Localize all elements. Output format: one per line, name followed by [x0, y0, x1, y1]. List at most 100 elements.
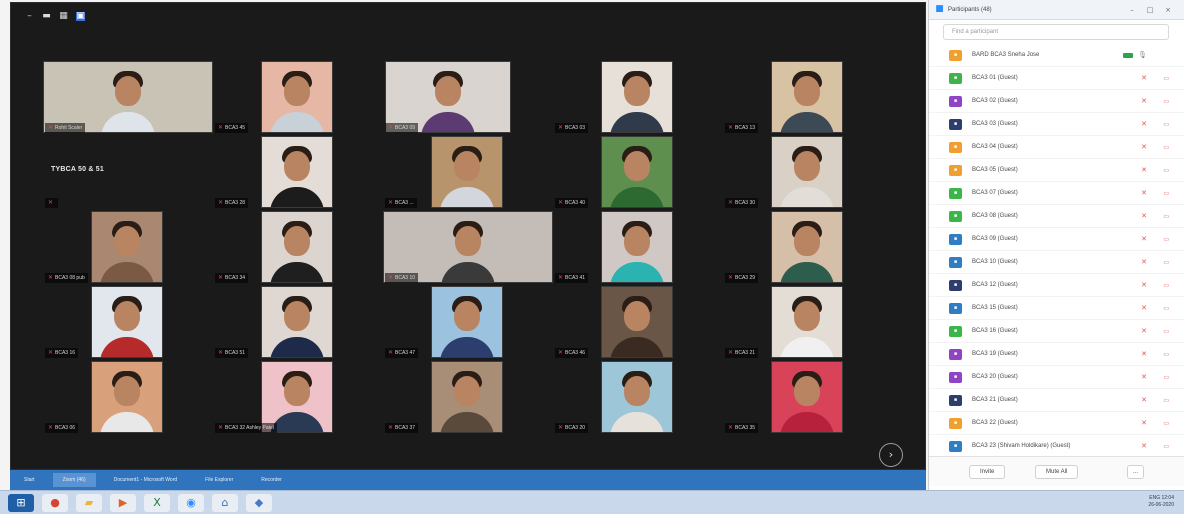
- video-off-icon[interactable]: ▭: [1163, 305, 1169, 312]
- window-strip-item[interactable]: Document1 - Microsoft Word: [104, 473, 188, 487]
- participant-row[interactable]: ■ BARD BCA3 Sneha Jose 🎙︎: [929, 44, 1184, 67]
- more-options-button[interactable]: ...: [1127, 465, 1145, 479]
- video-off-icon[interactable]: ▭: [1163, 420, 1169, 427]
- video-off-icon[interactable]: ▭: [1163, 190, 1169, 197]
- folder-icon[interactable]: ▰: [76, 494, 102, 512]
- mic-muted-icon[interactable]: ✕: [1141, 373, 1147, 381]
- grid-icon[interactable]: ▦: [59, 11, 68, 21]
- participant-row[interactable]: ■ BCA3 16 (Guest) ✕ ▭: [929, 320, 1184, 343]
- participant-tile[interactable]: ✕ BCA3 30: [721, 136, 889, 210]
- view-icon[interactable]: ▬: [42, 11, 51, 21]
- video-off-icon[interactable]: ▭: [1163, 121, 1169, 128]
- video-off-icon[interactable]: ▭: [1163, 443, 1169, 450]
- mic-muted-icon[interactable]: ✕: [1141, 189, 1147, 197]
- participant-row[interactable]: ■ BCA3 19 (Guest) ✕ ▭: [929, 343, 1184, 366]
- video-off-icon[interactable]: ▭: [1163, 236, 1169, 243]
- participant-tile[interactable]: ✕ BCA3 47: [381, 286, 549, 360]
- mic-muted-icon[interactable]: ✕: [1141, 442, 1147, 450]
- excel-icon[interactable]: X: [144, 494, 170, 512]
- mic-muted-icon[interactable]: ✕: [1141, 212, 1147, 220]
- participant-row[interactable]: ■ BCA3 12 (Guest) ✕ ▭: [929, 274, 1184, 297]
- participant-row[interactable]: ■ BCA3 09 (Guest) ✕ ▭: [929, 228, 1184, 251]
- participant-row[interactable]: ■ BCA3 02 (Guest) ✕ ▭: [929, 90, 1184, 113]
- video-off-icon[interactable]: ▭: [1163, 213, 1169, 220]
- participant-tile[interactable]: ✕ BCA3 32 Ashley Patel: [211, 361, 379, 435]
- participant-tile[interactable]: ✕ BCA3 20: [551, 361, 719, 435]
- participant-tile[interactable]: ✕ BCA3 46: [551, 286, 719, 360]
- mic-muted-icon[interactable]: ✕: [1141, 304, 1147, 312]
- mic-muted-icon[interactable]: ✕: [1141, 97, 1147, 105]
- shield-icon[interactable]: ◆: [246, 494, 272, 512]
- video-off-icon[interactable]: ▭: [1163, 98, 1169, 105]
- mic-muted-icon[interactable]: ✕: [1141, 166, 1147, 174]
- participant-tile[interactable]: TYBCA 50 & 51 ✕: [41, 136, 209, 210]
- panel-maximize-icon[interactable]: □: [1145, 5, 1155, 15]
- participant-tile[interactable]: ✕ BCA3 13: [721, 61, 889, 135]
- window-strip-item[interactable]: Start: [14, 473, 45, 487]
- next-page-button[interactable]: ›: [879, 443, 903, 467]
- mic-muted-icon[interactable]: ✕: [1141, 74, 1147, 82]
- video-off-icon[interactable]: ▭: [1163, 144, 1169, 151]
- media-icon[interactable]: ▶: [110, 494, 136, 512]
- mute-all-button[interactable]: Mute All: [1035, 465, 1079, 479]
- participant-tile[interactable]: ✕ BCA3 03: [551, 61, 719, 135]
- participant-row[interactable]: ■ BCA3 07 (Guest) ✕ ▭: [929, 182, 1184, 205]
- participant-tile[interactable]: ✕ BCA3 21: [721, 286, 889, 360]
- mic-muted-icon[interactable]: ✕: [1141, 120, 1147, 128]
- participant-tile[interactable]: ✕ BCA3 10: [381, 211, 553, 285]
- participant-row[interactable]: ■ BCA3 20 (Guest) ✕ ▭: [929, 366, 1184, 389]
- participant-tile[interactable]: ✕ BCA3 06: [41, 361, 209, 435]
- participant-row[interactable]: ■ BCA3 15 (Guest) ✕ ▭: [929, 297, 1184, 320]
- minimize-icon[interactable]: –: [25, 11, 34, 21]
- participant-tile[interactable]: ✕ BCA3 09: [381, 61, 549, 135]
- video-off-icon[interactable]: ▭: [1163, 397, 1169, 404]
- mic-muted-icon[interactable]: ✕: [1141, 396, 1147, 404]
- video-off-icon[interactable]: ▭: [1163, 167, 1169, 174]
- participant-row[interactable]: ■ BCA3 03 (Guest) ✕ ▭: [929, 113, 1184, 136]
- participant-tile[interactable]: ✕ BCA3 40: [551, 136, 719, 210]
- zoom-icon[interactable]: ◉: [178, 494, 204, 512]
- participant-tile[interactable]: ✕ BCA3 41: [551, 211, 719, 285]
- participant-row[interactable]: ■ BCA3 04 (Guest) ✕ ▭: [929, 136, 1184, 159]
- participant-tile[interactable]: ✕ BCA3 28: [211, 136, 379, 210]
- chrome-icon[interactable]: ●: [42, 494, 68, 512]
- mic-muted-icon[interactable]: ✕: [1141, 258, 1147, 266]
- participant-row[interactable]: ■ BCA3 01 (Guest) ✕ ▭: [929, 67, 1184, 90]
- mic-muted-icon[interactable]: ✕: [1141, 350, 1147, 358]
- window-strip-item[interactable]: Recorder: [251, 473, 292, 487]
- participant-tile[interactable]: ✕ BCA3 45: [211, 61, 379, 135]
- video-off-icon[interactable]: ▭: [1163, 259, 1169, 266]
- video-off-icon[interactable]: ▭: [1163, 75, 1169, 82]
- participant-row[interactable]: ■ BCA3 08 (Guest) ✕ ▭: [929, 205, 1184, 228]
- participant-tile[interactable]: ✕ BCA3 51: [211, 286, 379, 360]
- participant-tile[interactable]: ✕ BCA3 35: [721, 361, 889, 435]
- video-off-icon[interactable]: ▭: [1163, 351, 1169, 358]
- video-off-icon[interactable]: ▭: [1163, 282, 1169, 289]
- participant-row[interactable]: ■ BCA3 22 (Guest) ✕ ▭: [929, 412, 1184, 435]
- participant-row[interactable]: ■ BCA3 21 (Guest) ✕ ▭: [929, 389, 1184, 412]
- participant-tile[interactable]: ✕ BCA3 08 pub: [41, 211, 209, 285]
- mic-muted-icon[interactable]: ✕: [1141, 235, 1147, 243]
- video-off-icon[interactable]: ▭: [1163, 328, 1169, 335]
- panel-close-icon[interactable]: ×: [1163, 5, 1173, 15]
- panel-minimize-icon[interactable]: –: [1127, 5, 1137, 15]
- participant-row[interactable]: ■ BCA3 05 (Guest) ✕ ▭: [929, 159, 1184, 182]
- participant-tile[interactable]: ✕ Rohit Scaler: [41, 61, 213, 135]
- mic-muted-icon[interactable]: ✕: [1141, 143, 1147, 151]
- network-icon[interactable]: ⌂: [212, 494, 238, 512]
- mic-muted-icon[interactable]: ✕: [1141, 419, 1147, 427]
- window-strip-item[interactable]: File Explorer: [195, 473, 243, 487]
- video-off-icon[interactable]: ▭: [1163, 374, 1169, 381]
- participant-row[interactable]: ■ BCA3 23 (Shivam Holdikare) (Guest) ✕ ▭: [929, 435, 1184, 454]
- participant-tile[interactable]: ✕ BCA3 37: [381, 361, 549, 435]
- gallery-view-icon[interactable]: ▣: [76, 11, 85, 21]
- window-strip-item[interactable]: Zoom (46): [52, 473, 96, 487]
- start-icon[interactable]: ⊞: [8, 494, 34, 512]
- mic-muted-icon[interactable]: ✕: [1141, 327, 1147, 335]
- participant-tile[interactable]: ✕ BCA3 29: [721, 211, 889, 285]
- participant-tile[interactable]: ✕ BCA3 34: [211, 211, 379, 285]
- participant-search-input[interactable]: Find a participant: [943, 24, 1169, 40]
- mic-icon[interactable]: 🎙︎: [1138, 51, 1147, 59]
- mic-muted-icon[interactable]: ✕: [1141, 281, 1147, 289]
- participant-row[interactable]: ■ BCA3 10 (Guest) ✕ ▭: [929, 251, 1184, 274]
